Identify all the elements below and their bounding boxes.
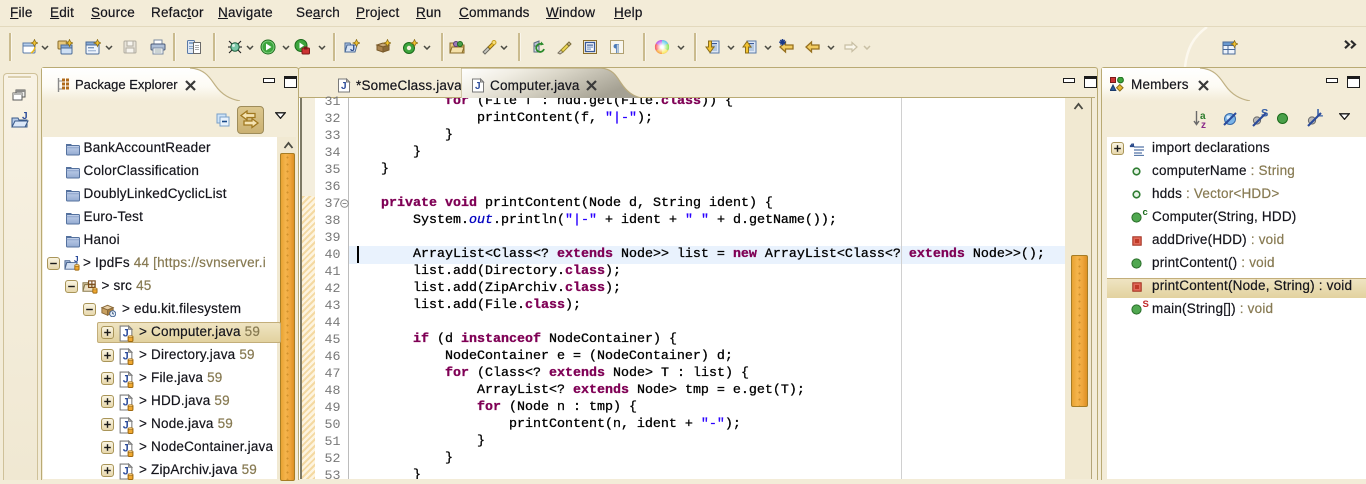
svg-text:J: J: [341, 81, 347, 92]
svg-text:J: J: [22, 111, 28, 122]
svg-text:J: J: [350, 43, 355, 53]
svg-text:J: J: [475, 81, 481, 92]
svg-text:J: J: [74, 256, 79, 264]
svg-text:z: z: [1201, 120, 1206, 129]
svg-text:¶: ¶: [613, 41, 619, 55]
